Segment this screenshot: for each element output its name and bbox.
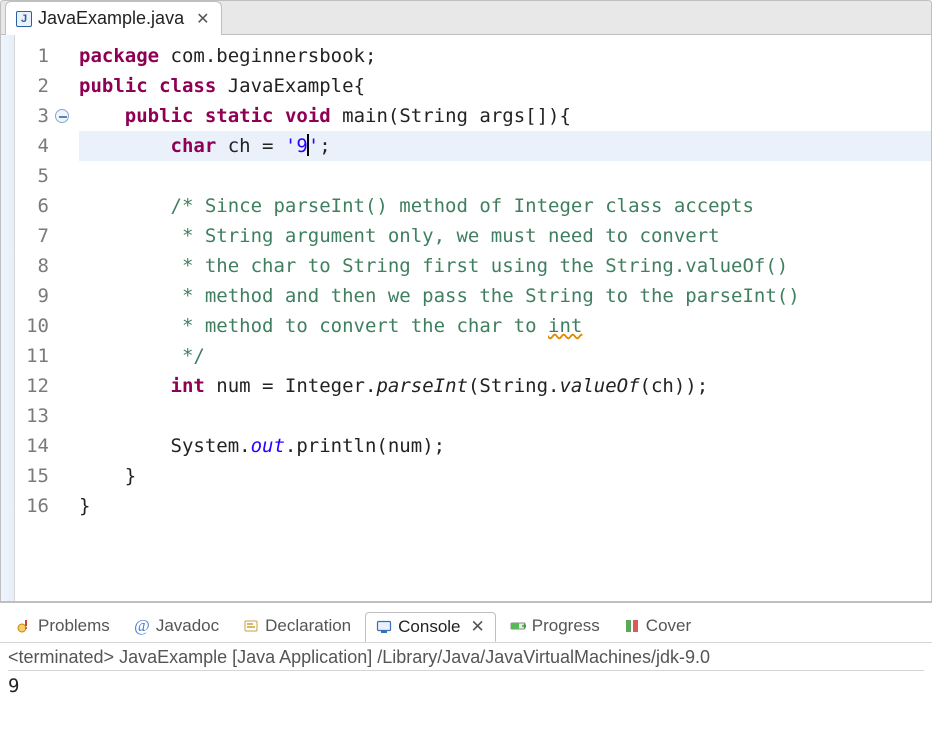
console-status: <terminated> JavaExample [Java Applicati… [8, 647, 924, 671]
tab-problems[interactable]: Problems [6, 612, 120, 640]
editor-tab-filename: JavaExample.java [38, 8, 184, 29]
line-number: 12 [15, 371, 49, 401]
code-line[interactable]: * String argument only, we must need to … [79, 221, 931, 251]
line-number: 10 [15, 311, 49, 341]
line-number: 14 [15, 431, 49, 461]
fold-column [55, 35, 73, 601]
code-line[interactable]: } [79, 491, 931, 521]
line-number: 6 [15, 191, 49, 221]
line-number: 2 [15, 71, 49, 101]
line-number: 13 [15, 401, 49, 431]
fold-toggle-icon[interactable] [55, 109, 69, 123]
code-line[interactable]: */ [79, 341, 931, 371]
bottom-panel: Problems @ Javadoc Declaration Console ✕… [0, 602, 932, 732]
line-number: 5 [15, 161, 49, 191]
tab-label: Problems [38, 616, 110, 636]
line-number-gutter: 12345678910111213141516 [15, 35, 55, 601]
code-line[interactable]: * method to convert the char to int [79, 311, 931, 341]
code-line[interactable]: char ch = '9'; [79, 131, 931, 161]
views-tab-bar: Problems @ Javadoc Declaration Console ✕… [0, 603, 932, 643]
line-number: 3 [15, 101, 49, 131]
console-icon [376, 619, 392, 635]
close-icon[interactable]: ✕ [196, 9, 209, 29]
code-line[interactable]: * the char to String first using the Str… [79, 251, 931, 281]
javadoc-icon: @ [134, 618, 150, 634]
line-number: 15 [15, 461, 49, 491]
editor-tab-bar: J JavaExample.java ✕ [1, 1, 931, 35]
tab-declaration[interactable]: Declaration [233, 612, 361, 640]
tab-label: Declaration [265, 616, 351, 636]
tab-progress[interactable]: Progress [500, 612, 610, 640]
code-line[interactable]: } [79, 461, 931, 491]
tab-label: Cover [646, 616, 691, 636]
tab-coverage[interactable]: Cover [614, 612, 701, 640]
code-line[interactable]: System.out.println(num); [79, 431, 931, 461]
tab-label: Console [398, 617, 460, 637]
code-line[interactable] [79, 161, 931, 191]
progress-icon [510, 618, 526, 634]
editor-pane: J JavaExample.java ✕ 1234567891011121314… [0, 0, 932, 602]
console-output: 9 [8, 671, 924, 697]
code-line[interactable]: * method and then we pass the String to … [79, 281, 931, 311]
close-icon[interactable]: ✕ [471, 617, 485, 637]
line-number: 8 [15, 251, 49, 281]
code-lines[interactable]: package com.beginnersbook;public class J… [73, 35, 931, 601]
overview-ruler [1, 35, 15, 601]
problems-icon [16, 618, 32, 634]
code-line[interactable]: /* Since parseInt() method of Integer cl… [79, 191, 931, 221]
console-body: <terminated> JavaExample [Java Applicati… [0, 643, 932, 732]
code-line[interactable]: int num = Integer.parseInt(String.valueO… [79, 371, 931, 401]
code-line[interactable]: package com.beginnersbook; [79, 41, 931, 71]
tab-label: Progress [532, 616, 600, 636]
editor-tab[interactable]: J JavaExample.java ✕ [5, 1, 222, 35]
java-file-icon: J [16, 11, 32, 27]
code-line[interactable]: public class JavaExample{ [79, 71, 931, 101]
line-number: 7 [15, 221, 49, 251]
declaration-icon [243, 618, 259, 634]
line-number: 9 [15, 281, 49, 311]
code-line[interactable]: public static void main(String args[]){ [79, 101, 931, 131]
tab-javadoc[interactable]: @ Javadoc [124, 612, 229, 640]
line-number: 1 [15, 41, 49, 71]
line-number: 11 [15, 341, 49, 371]
coverage-icon [624, 618, 640, 634]
line-number: 4 [15, 131, 49, 161]
tab-label: Javadoc [156, 616, 219, 636]
code-editor[interactable]: 12345678910111213141516 package com.begi… [1, 35, 931, 601]
line-number: 16 [15, 491, 49, 521]
code-line[interactable] [79, 401, 931, 431]
tab-console[interactable]: Console ✕ [365, 612, 496, 642]
